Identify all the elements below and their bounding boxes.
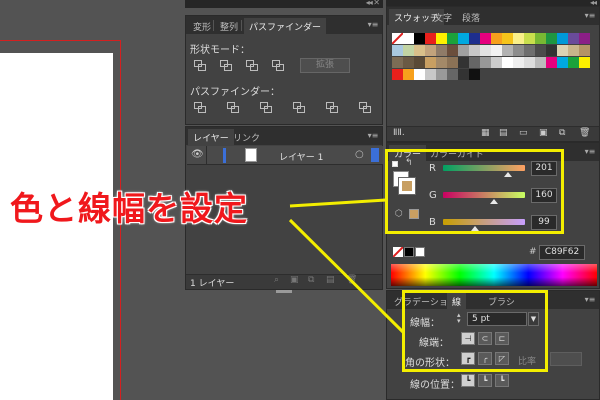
connector-line-color — [289, 198, 387, 208]
callout-text: 色と線幅を設定 — [10, 189, 248, 228]
connector-line-stroke — [288, 218, 406, 335]
